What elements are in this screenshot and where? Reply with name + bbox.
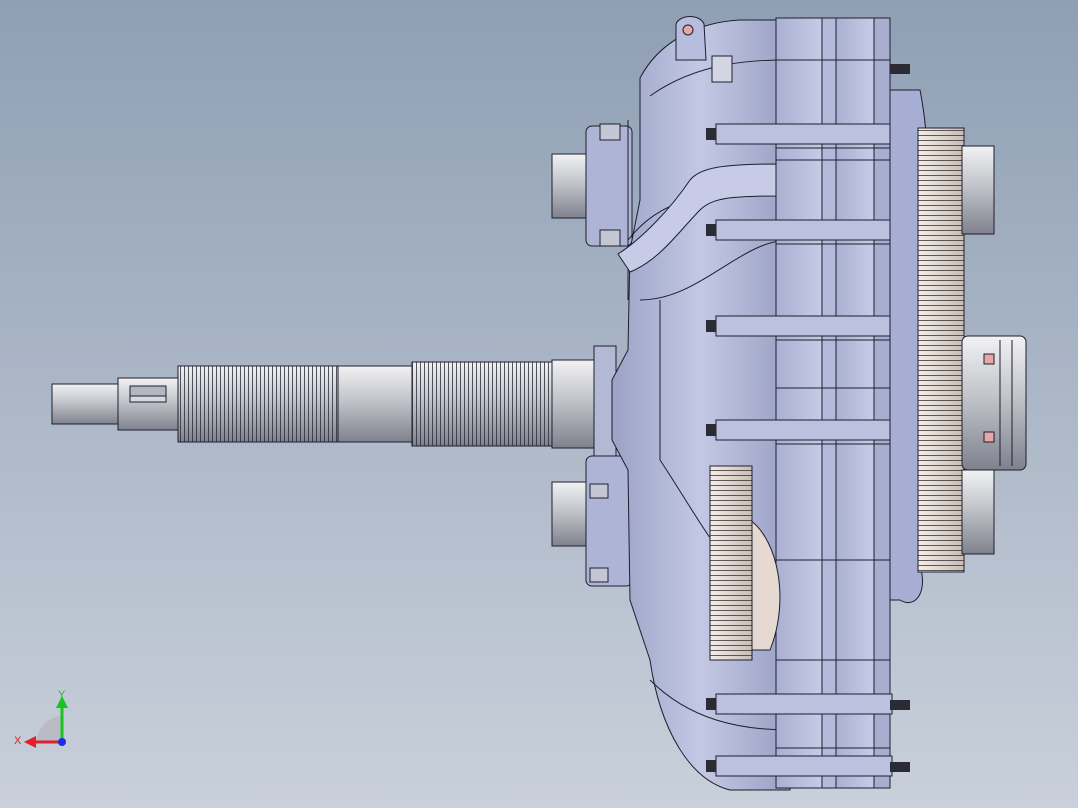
x-axis-label: X [14,735,22,747]
output-ring-gear [917,127,965,573]
y-axis-label: Y [58,689,66,701]
z-axis-dot [58,738,66,746]
cad-viewport[interactable]: Y X [0,0,1078,808]
cad-model-svg: Y X [0,0,1078,808]
